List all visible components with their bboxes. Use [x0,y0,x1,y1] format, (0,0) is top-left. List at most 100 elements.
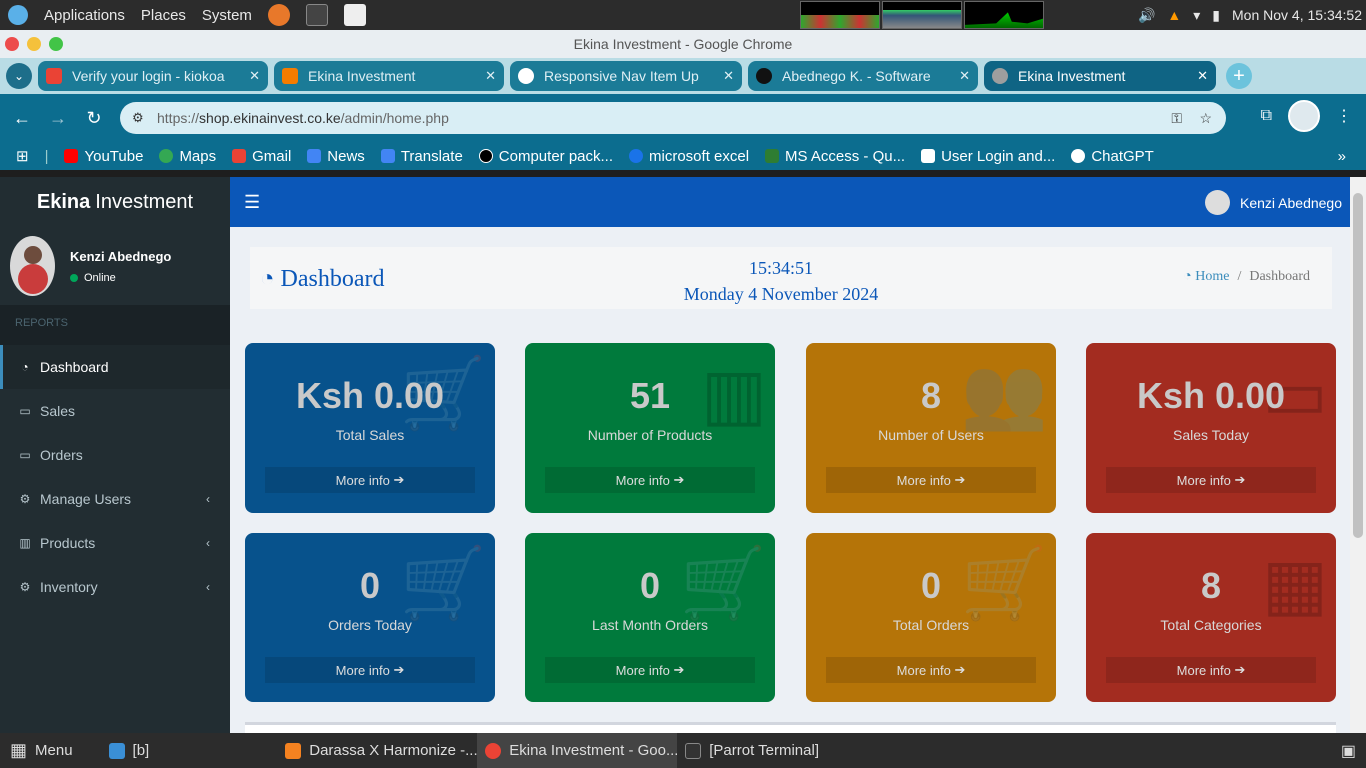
tab-upwork[interactable]: Abednego K. - Software ✕ [748,61,978,91]
more-info-link[interactable]: More info ➔ [545,657,755,683]
scrollbar-thumb[interactable] [1353,193,1363,538]
sidebar-item-products[interactable]: ▥ Products ‹ [0,521,230,565]
gmail-icon [232,149,247,163]
sidebar-item-orders[interactable]: ▭ Orders [0,433,230,477]
more-info-link[interactable]: More info ➔ [1106,467,1316,493]
bookmark-ms-access[interactable]: MS Access - Qu... [765,148,905,165]
new-tab-button[interactable]: + [1226,63,1252,89]
bookmarks-bar: ⊞ | YouTube Maps Gmail News Translate Co… [0,142,1366,170]
sidebar-item-manage-users[interactable]: ⚙ Manage Users ‹ [0,477,230,521]
top-user-menu[interactable]: Kenzi Abednego [1205,190,1342,215]
more-info-link[interactable]: More info ➔ [265,657,475,683]
breadcrumb-home[interactable]: ◔ Home [1183,269,1229,285]
more-bookmarks-icon[interactable]: » [1338,148,1346,165]
workspace-switcher-icon[interactable]: ▣ [1341,741,1356,761]
firefox-icon[interactable] [267,4,290,26]
chrome-menu-icon[interactable]: ⋮ [1336,106,1352,126]
back-icon[interactable]: ← [4,108,40,129]
user-panel: Kenzi Abednego Online [0,227,230,305]
taskbar-chrome[interactable]: Ekina Investment - Goo... [477,733,678,768]
stat-value: 51 [629,375,671,416]
terminal-launcher-icon[interactable] [305,4,328,26]
chevron-left-icon: ‹ [206,536,210,550]
tab-gmail[interactable]: Verify your login - kiokoa ✕ [38,61,268,91]
user-status: Online [70,272,171,284]
web-page: Ekina Investment Kenzi Abednego Online RE… [0,177,1366,733]
chevron-left-icon: ‹ [206,580,210,594]
page-scrollbar[interactable] [1350,177,1366,733]
bookmark-user-login[interactable]: User Login and... [921,148,1055,165]
tab-search-icon[interactable]: ⌄ [6,63,32,89]
sidebar: Ekina Investment Kenzi Abednego Online RE… [0,177,230,733]
places-menu[interactable]: Places [141,7,186,24]
site-settings-icon[interactable]: ⚙ [132,110,144,126]
start-menu-button[interactable]: ▦ Menu [0,733,81,768]
vlc-tray-icon[interactable]: ▲ [1167,7,1181,23]
taskbar-folder[interactable]: [b] [101,733,158,768]
bookmark-chatgpt[interactable]: ChatGPT [1071,148,1154,165]
brand-logo[interactable]: Ekina Investment [0,177,230,227]
volume-icon[interactable]: 🔊 [1138,7,1155,24]
chrome-icon [485,742,502,759]
applications-menu[interactable]: Applications [44,7,125,24]
taskbar-terminal[interactable]: [Parrot Terminal] [677,733,877,768]
extensions-icon[interactable]: ⧉ [1261,107,1272,125]
more-info-link[interactable]: More info ➔ [826,657,1036,683]
bookmark-youtube[interactable]: YouTube [64,148,143,165]
close-tab-icon[interactable]: ✕ [723,68,734,84]
password-key-icon[interactable]: ⚿ [1171,110,1182,127]
tab-ekina-1[interactable]: Ekina Investment ✕ [274,61,504,91]
chatgpt-icon [1071,149,1086,163]
stat-label: Number of Products [587,427,713,443]
money-icon: ▭ [19,448,31,462]
network-graph [964,1,1044,29]
window-titlebar: Ekina Investment - Google Chrome [0,30,1366,58]
gears-icon: ⚙ [19,580,31,594]
stat-box-sales-today: ▭ Ksh 0.00 Sales Today More info ➔ [1086,343,1336,513]
sidebar-item-dashboard[interactable]: ◔ Dashboard [0,345,230,389]
profile-avatar[interactable] [1288,100,1320,132]
close-tab-icon[interactable]: ✕ [959,68,970,84]
close-window-button[interactable] [5,37,19,51]
reload-icon[interactable]: ↻ [76,108,112,129]
apps-grid-icon[interactable]: ⊞ [16,147,29,165]
menu-toggle-icon[interactable]: ☰ [244,192,260,213]
sidebar-item-sales[interactable]: ▭ Sales [0,389,230,433]
battery-icon[interactable]: ▮ [1212,7,1220,24]
sidebar-item-inventory[interactable]: ⚙ Inventory ‹ [0,565,230,609]
url-text[interactable]: https://shop.ekinainvest.co.ke/admin/hom… [157,110,449,126]
bookmark-maps[interactable]: Maps [159,148,216,165]
forward-icon[interactable]: → [40,108,76,129]
os-clock[interactable]: Mon Nov 4, 15:34:52 [1232,7,1362,23]
more-info-link[interactable]: More info ➔ [265,467,475,493]
close-tab-icon[interactable]: ✕ [485,68,496,84]
online-dot-icon [70,273,78,282]
bookmark-news[interactable]: News [307,148,365,165]
more-info-link[interactable]: More info ➔ [826,467,1036,493]
address-bar[interactable]: ⚙ https://shop.ekinainvest.co.ke/admin/h… [120,102,1226,134]
minimize-window-button[interactable] [27,37,41,51]
text-editor-icon[interactable] [343,4,366,26]
bookmark-excel[interactable]: microsoft excel [629,148,749,165]
tab-label: Ekina Investment [1018,68,1126,84]
os-logo-icon[interactable] [8,5,28,25]
stat-label: Orders Today [328,617,412,633]
close-tab-icon[interactable]: ✕ [1197,68,1208,84]
folder-icon [108,742,125,759]
more-info-link[interactable]: More info ➔ [1106,657,1316,683]
wifi-icon[interactable]: ▾ [1193,7,1200,24]
bookmarks-divider: | [44,147,49,165]
chatgpt-favicon-icon [518,68,534,84]
bookmark-gmail[interactable]: Gmail [232,148,291,165]
bookmark-translate[interactable]: Translate [380,148,463,165]
taskbar-vlc[interactable]: Darassa X Harmonize -... [277,733,477,768]
close-tab-icon[interactable]: ✕ [249,68,260,84]
maximize-window-button[interactable] [49,37,63,51]
tab-ekina-active[interactable]: Ekina Investment ✕ [984,61,1216,91]
bookmark-star-icon[interactable]: ☆ [1199,110,1212,127]
bookmark-computer-pack[interactable]: Computer pack... [478,148,613,165]
system-menu[interactable]: System [202,7,252,24]
more-info-link[interactable]: More info ➔ [545,467,755,493]
globe-favicon-icon [992,68,1008,84]
tab-chatgpt[interactable]: Responsive Nav Item Up ✕ [510,61,742,91]
